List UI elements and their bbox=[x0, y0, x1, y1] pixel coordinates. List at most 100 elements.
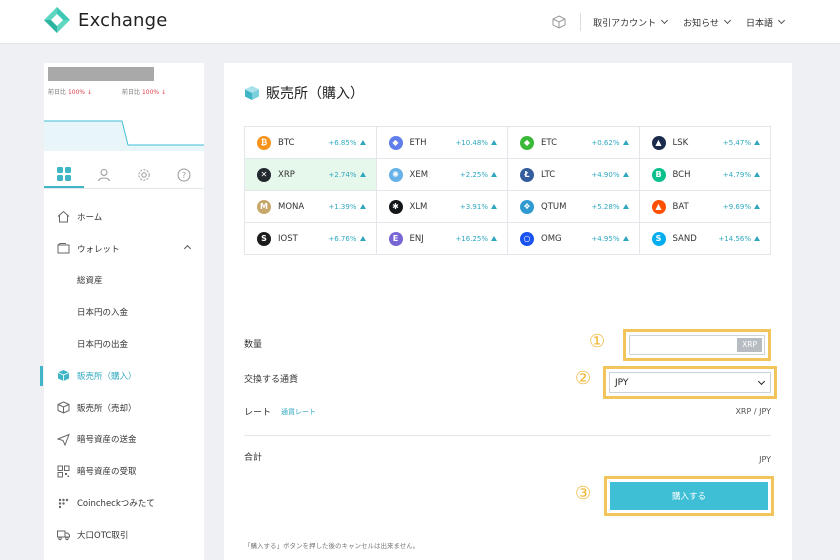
sidebar-item-label: 総資産 bbox=[77, 276, 103, 287]
tab-dashboard[interactable] bbox=[44, 161, 84, 188]
sidebar-item-send[interactable]: 暗号資産の送金 bbox=[44, 424, 204, 456]
sidebar-item-label: Coincheckつみたて bbox=[77, 499, 155, 510]
coin-change: +10.48% bbox=[455, 139, 497, 147]
header-divider bbox=[580, 13, 582, 31]
currency-select[interactable]: JPY bbox=[609, 372, 771, 393]
cancel-notice: 「購入する」ボタンを押した後のキャンセルは出来ません。 bbox=[244, 542, 420, 550]
coin-option-xlm[interactable]: ✱ XLM +3.91% bbox=[376, 191, 508, 223]
top-header: Exchange 取引アカウント お知らせ 日本語 bbox=[0, 0, 840, 44]
mona-coin-icon: M bbox=[257, 199, 271, 214]
coin-change: +1.39% bbox=[328, 203, 366, 211]
cube-icon bbox=[245, 86, 259, 100]
chevron-down-icon bbox=[757, 377, 766, 386]
arrow-up-icon bbox=[754, 204, 760, 209]
coin-change-value: +9.69% bbox=[722, 202, 751, 211]
coin-change: +0.62% bbox=[591, 139, 629, 147]
coin-change-value: +4.95% bbox=[591, 234, 620, 243]
rate-row: レート 通貨レート bbox=[244, 405, 316, 419]
tab-settings[interactable] bbox=[124, 161, 164, 188]
arrow-up-icon bbox=[359, 204, 366, 209]
sidebar-item-label: 販売所（購入） bbox=[77, 371, 137, 382]
sidebar-item-home[interactable]: ホーム bbox=[44, 201, 204, 233]
grid-icon bbox=[57, 166, 71, 181]
account-menu[interactable]: 取引アカウント bbox=[593, 16, 669, 29]
coin-name: XRP bbox=[278, 169, 295, 180]
tab-profile[interactable] bbox=[84, 161, 124, 188]
coin-option-sand[interactable]: S SAND +14.56% bbox=[639, 223, 771, 255]
notice-menu[interactable]: お知らせ bbox=[683, 16, 732, 29]
ratio-value: 100% ↓ bbox=[67, 89, 93, 96]
gear-icon bbox=[138, 168, 150, 181]
coin-option-omg[interactable]: ○ OMG +4.95% bbox=[508, 223, 640, 255]
ratio-value: 100% ↓ bbox=[141, 89, 167, 96]
sidebar-item-jpy-deposit[interactable]: 日本円の入金 bbox=[44, 296, 204, 328]
arrow-up-icon bbox=[622, 172, 629, 177]
coin-option-qtum[interactable]: ❖ QTUM +5.28% bbox=[508, 191, 640, 223]
divider bbox=[244, 435, 771, 436]
btc-coin-icon: ₿ bbox=[257, 135, 271, 150]
quantity-unit-badge: XRP bbox=[737, 338, 762, 352]
coin-option-enj[interactable]: E ENJ +16.25% bbox=[376, 223, 508, 255]
tab-help[interactable]: ? bbox=[164, 161, 204, 188]
ratio-2: 前日比 100% ↓ bbox=[122, 87, 166, 96]
coin-name: LSK bbox=[672, 137, 689, 148]
coin-option-mona[interactable]: M MONA +1.39% bbox=[245, 191, 377, 223]
coin-option-eth[interactable]: ◆ ETH +10.48% bbox=[376, 127, 508, 159]
cube-icon[interactable] bbox=[552, 15, 566, 29]
coin-option-ltc[interactable]: Ł LTC +4.90% bbox=[508, 159, 640, 191]
ratio-label: 前日比 bbox=[122, 89, 141, 96]
marker-1: ① bbox=[589, 331, 606, 352]
user-icon bbox=[98, 168, 110, 181]
account-menu-label: 取引アカウント bbox=[593, 18, 657, 29]
rate-link[interactable]: 通貨レート bbox=[281, 407, 316, 417]
language-menu[interactable]: 日本語 bbox=[746, 16, 786, 29]
coin-change-value: +6.76% bbox=[328, 234, 357, 243]
coin-option-lsk[interactable]: ▲ LSK +5.47% bbox=[639, 127, 771, 159]
ratio-1: 前日比 100% ↓ bbox=[48, 87, 92, 96]
coin-option-bch[interactable]: B BCH +4.79% bbox=[639, 159, 771, 191]
buy-button[interactable]: 購入する bbox=[610, 482, 768, 510]
sidebar-item-label: 暗号資産の受取 bbox=[77, 467, 137, 478]
enj-coin-icon: E bbox=[388, 231, 403, 246]
sidebar-tabs: ? bbox=[44, 161, 204, 189]
arrow-up-icon bbox=[491, 236, 497, 241]
coin-change: +4.79% bbox=[723, 171, 760, 179]
currency-select-value: JPY bbox=[615, 377, 629, 388]
coin-option-btc[interactable]: ₿ BTC +6.85% bbox=[245, 127, 377, 159]
coin-option-xrp[interactable]: ✕ XRP +2.74% bbox=[245, 159, 377, 191]
coin-change-value: +5.28% bbox=[591, 202, 620, 211]
sidebar-item-total-assets[interactable]: 総資産 bbox=[44, 265, 204, 297]
coin-name: XLM bbox=[409, 201, 428, 212]
coin-change: +4.90% bbox=[591, 171, 629, 179]
coin-change-value: +3.91% bbox=[459, 202, 488, 211]
arrow-up-icon bbox=[359, 236, 366, 241]
sidebar-item-wallet[interactable]: ウォレット bbox=[44, 233, 204, 265]
sidebar-item-jpy-withdraw[interactable]: 日本円の出金 bbox=[44, 328, 204, 360]
sidebar-item-receive[interactable]: 暗号資産の受取 bbox=[44, 455, 204, 487]
asset-sparkline bbox=[44, 120, 204, 151]
logo[interactable]: Exchange bbox=[44, 7, 168, 33]
coin-change-value: +14.56% bbox=[718, 234, 751, 243]
coin-name: BCH bbox=[672, 169, 691, 180]
sidebar-item-sell[interactable]: 販売所（売却） bbox=[44, 392, 204, 424]
sidebar-item-otc[interactable]: 大口OTC取引 bbox=[44, 519, 204, 551]
coin-option-iost[interactable]: S IOST +6.76% bbox=[245, 223, 377, 255]
coin-option-bat[interactable]: ▲ BAT +9.69% bbox=[639, 191, 771, 223]
xrp-coin-icon: ✕ bbox=[257, 167, 271, 182]
wallet-icon bbox=[56, 242, 70, 256]
sidebar-item-tsumitate[interactable]: Coincheckつみたて bbox=[44, 487, 204, 519]
quantity-field-highlight: XRP bbox=[623, 329, 771, 361]
qtum-coin-icon: ❖ bbox=[520, 199, 534, 214]
coin-change: +3.91% bbox=[460, 203, 497, 211]
coin-option-xem[interactable]: ✺ XEM +2.25% bbox=[376, 159, 508, 191]
notice-menu-label: お知らせ bbox=[683, 18, 719, 29]
coin-change: +14.56% bbox=[718, 235, 760, 243]
arrow-up-icon bbox=[622, 140, 629, 145]
eth-coin-icon: ◆ bbox=[388, 135, 403, 150]
sidebar-item-buy[interactable]: 販売所（購入） bbox=[40, 360, 204, 392]
coin-option-etc[interactable]: ◆ ETC +0.62% bbox=[508, 127, 640, 159]
coin-name: OMG bbox=[541, 233, 562, 244]
coin-name: MONA bbox=[278, 201, 305, 212]
chevron-up-icon[interactable] bbox=[183, 244, 192, 252]
send-icon bbox=[56, 432, 70, 446]
